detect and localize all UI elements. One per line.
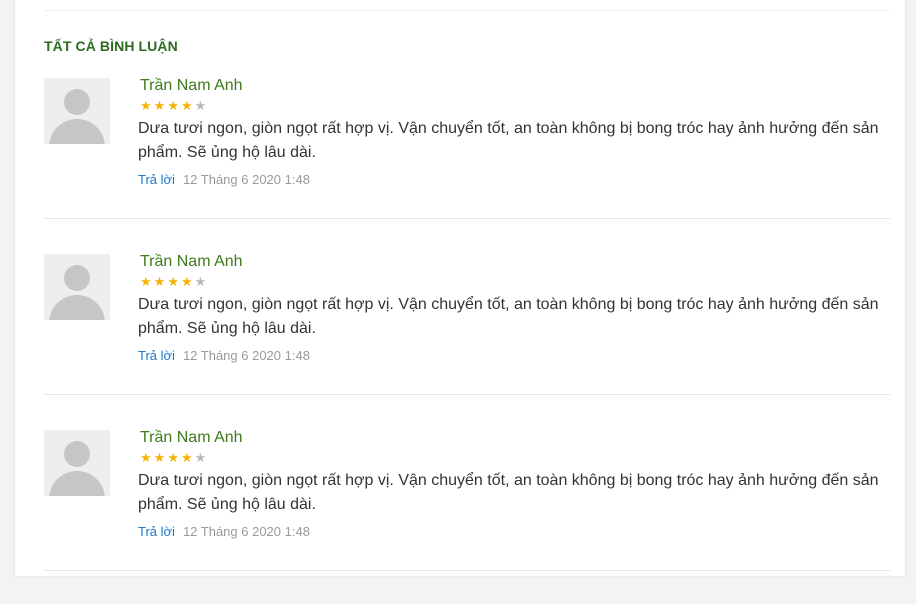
comment-text: Dưa tươi ngon, giòn ngọt rất hợp vị. Vận… [138,472,879,513]
avatar-body-shape [49,471,105,496]
rating-stars: ★★★★★ [140,450,890,465]
avatar-head-shape [64,441,90,467]
avatar-head-shape [64,265,90,291]
star-icon: ★ [167,450,181,465]
star-icon: ★ [140,98,154,113]
comment-divider [44,218,890,219]
star-icon: ★ [194,98,209,113]
star-icon: ★ [153,274,168,289]
rating-stars: ★★★★★ [140,98,890,113]
comment-author: Trần Nam Anh [140,77,243,94]
avatar-head-shape [64,89,90,115]
comment-meta: Trả lời 12 Tháng 6 2020 1:48 [138,524,890,540]
comment-item: Trần Nam Anh ★★★★★ Dưa tươi ngon, giòn n… [44,76,890,252]
star-icon: ★ [180,98,195,113]
star-icon: ★ [194,450,209,465]
comment-date: 12 Tháng 6 2020 1:48 [182,524,310,539]
section-title: TẤT CẢ BÌNH LUẬN [44,38,178,54]
comment-divider [44,570,890,571]
comment-meta: Trả lời 12 Tháng 6 2020 1:48 [138,172,890,188]
comment-text: Dưa tươi ngon, giòn ngọt rất hợp vị. Vận… [138,120,879,161]
comment-date: 12 Tháng 6 2020 1:48 [182,348,310,363]
comment-content: Trần Nam Anh ★★★★★ Dưa tươi ngon, giòn n… [138,428,890,540]
comment-divider [44,394,890,395]
avatar [44,430,110,496]
comment-content: Trần Nam Anh ★★★★★ Dưa tươi ngon, giòn n… [138,76,890,188]
star-icon: ★ [140,274,154,289]
star-icon: ★ [153,450,168,465]
star-icon: ★ [180,450,195,465]
avatar [44,254,110,320]
avatar-body-shape [49,295,105,320]
star-icon: ★ [167,98,181,113]
reply-link[interactable]: Trả lời [138,348,175,363]
avatar [44,78,110,144]
comment-author: Trần Nam Anh [140,429,243,446]
avatar-body-shape [49,119,105,144]
comment-author: Trần Nam Anh [140,253,243,270]
star-icon: ★ [153,98,168,113]
star-icon: ★ [194,274,209,289]
comments-panel: TẤT CẢ BÌNH LUẬN Trần Nam Anh ★★★★★ Dưa … [15,0,905,576]
star-icon: ★ [140,450,154,465]
star-icon: ★ [180,274,195,289]
reply-link[interactable]: Trả lời [138,172,175,187]
star-icon: ★ [167,274,181,289]
comment-text: Dưa tươi ngon, giòn ngọt rất hợp vị. Vận… [138,296,879,337]
comment-content: Trần Nam Anh ★★★★★ Dưa tươi ngon, giòn n… [138,252,890,364]
top-divider [44,10,890,11]
comment-item: Trần Nam Anh ★★★★★ Dưa tươi ngon, giòn n… [44,428,890,604]
comment-meta: Trả lời 12 Tháng 6 2020 1:48 [138,348,890,364]
reply-link[interactable]: Trả lời [138,524,175,539]
comment-date: 12 Tháng 6 2020 1:48 [182,172,310,187]
rating-stars: ★★★★★ [140,274,890,289]
comment-item: Trần Nam Anh ★★★★★ Dưa tươi ngon, giòn n… [44,252,890,428]
